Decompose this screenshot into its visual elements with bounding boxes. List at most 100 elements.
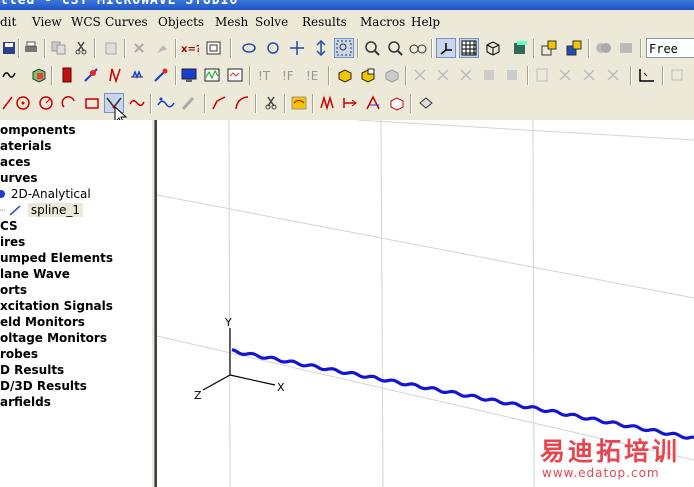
tree-item-probes[interactable]: robes [0,346,38,362]
shade-button[interactable] [511,39,529,57]
tree-item-components[interactable]: omponents [0,122,76,138]
tree-item-faces[interactable]: aces [0,154,31,170]
pick-button[interactable] [153,39,171,57]
menu-mesh[interactable]: Mesh [215,15,248,29]
parameter-button[interactable]: x=? [181,39,199,57]
menu-edit[interactable]: dit [0,15,16,29]
align-button[interactable] [533,66,551,84]
pick-clear-button[interactable] [503,66,521,84]
menu-bar: dit View WCS Curves Objects Mesh Solve R… [0,11,694,33]
field-probe-button[interactable] [152,66,170,84]
tree-item-field-monitors[interactable]: eld Monitors [0,314,85,330]
menu-help[interactable]: Help [411,15,440,29]
transform-translate-button[interactable]: !T [256,66,274,84]
tree-item-wcs[interactable]: CS [0,218,18,234]
menu-results[interactable]: Results [302,15,347,29]
extrude-curve-button[interactable] [388,94,406,112]
print-button[interactable] [22,39,40,57]
tree-item-materials[interactable]: aterials [0,138,51,154]
pec-button[interactable] [58,66,76,84]
transform-mirror-button[interactable]: !E [304,66,322,84]
transparent-button[interactable] [540,39,558,57]
copy-button[interactable] [50,39,68,57]
menu-solve[interactable]: Solve [255,15,288,29]
pan-button[interactable] [288,39,306,57]
curve-tool-button[interactable] [0,66,18,84]
zoom-selected-button[interactable] [386,39,404,57]
tree-item-2d-3d-results[interactable]: D/3D Results [0,378,87,394]
spline-curve[interactable] [231,348,694,440]
tree-item-ports[interactable]: orts [0,282,27,298]
menu-objects[interactable]: Objects [158,15,204,29]
loft-curve-button[interactable] [364,94,382,112]
shape-brick-button[interactable] [336,66,354,84]
menu-view[interactable]: View [32,15,62,29]
wireframe-button[interactable] [565,39,583,57]
monitor-button[interactable] [180,66,198,84]
tree-item-spline-1[interactable]: spline_1 [0,202,83,218]
tree-item-curves[interactable]: urves [0,170,38,186]
zoom-window-button[interactable] [334,38,354,58]
dynamic-zoom-button[interactable] [312,39,330,57]
local-wcs-button[interactable] [556,66,574,84]
menu-curves[interactable]: Curves [105,15,148,29]
tree-item-wires[interactable]: ires [0,234,25,250]
curve-select-button[interactable] [290,94,308,112]
boolean-subtract-button[interactable] [617,39,635,57]
working-plane-button[interactable] [484,39,502,57]
curve-ellipse-button[interactable] [37,94,55,112]
discrete-port-button[interactable] [106,66,124,84]
delete-button[interactable] [130,39,148,57]
tree-item-2d-analytical[interactable]: 2D-Analytical [0,186,91,202]
frequency-range-button[interactable] [226,66,244,84]
rotate-wcs-button[interactable] [604,66,622,84]
curve-disabled-button[interactable] [180,94,198,112]
move-wcs-button[interactable] [580,66,598,84]
measure-button[interactable] [638,66,656,84]
tree-item-farfields[interactable]: arfields [0,394,51,410]
3d-viewport[interactable]: Y X Z [155,120,694,487]
curve-cut-button[interactable] [262,94,280,112]
paste-button[interactable] [102,39,120,57]
zoom-button[interactable] [363,39,381,57]
pick-point-button[interactable] [411,66,429,84]
brick-button[interactable] [30,66,48,84]
menu-wcs[interactable]: WCS [71,15,101,29]
waveguide-port-button[interactable] [82,66,100,84]
transform-scale-button[interactable]: !F [280,66,298,84]
tree-item-plane-wave[interactable]: lane Wave [0,266,70,282]
view-options-button[interactable] [409,39,427,57]
shape-cylinder-button[interactable] [359,66,377,84]
trace-from-curve-button[interactable] [318,94,336,112]
shape-disabled-button[interactable] [383,66,401,84]
save-button[interactable] [0,39,18,57]
boolean-add-button[interactable] [594,39,612,57]
tree-item-excitation-signals[interactable]: xcitation Signals [0,298,113,314]
curve-circle-button[interactable] [14,94,32,112]
cover-curve-button[interactable] [417,94,435,112]
sweep-curve-button[interactable] [341,94,359,112]
calculator-button[interactable] [668,66,686,84]
menu-macros[interactable]: Macros [360,15,405,29]
curve-arc-button[interactable] [60,94,78,112]
wcs-axes-button[interactable] [436,38,456,58]
curve-trim-button[interactable] [210,94,228,112]
rotate-view-button[interactable] [264,39,282,57]
lumped-element-button[interactable] [128,66,146,84]
curve-rectangle-button[interactable] [83,94,101,112]
cut-button[interactable] [72,39,90,57]
excitation-signal-button[interactable] [203,66,221,84]
pick-center-button[interactable] [480,66,498,84]
grid-button[interactable] [459,38,479,58]
selection-mode-select[interactable]: Free [646,38,694,58]
tree-item-voltage-monitors[interactable]: oltage Monitors [0,330,107,346]
rotate-button[interactable] [240,39,258,57]
history-button[interactable] [205,39,223,57]
pick-face-button[interactable] [457,66,475,84]
curve-polyline-button[interactable] [128,94,146,112]
tree-item-lumped-elements[interactable]: umped Elements [0,250,113,266]
tree-item-1d-results[interactable]: D Results [0,362,64,378]
curve-analytical-button[interactable] [157,94,175,112]
pick-edge-button[interactable] [434,66,452,84]
curve-blend-button[interactable] [233,94,251,112]
